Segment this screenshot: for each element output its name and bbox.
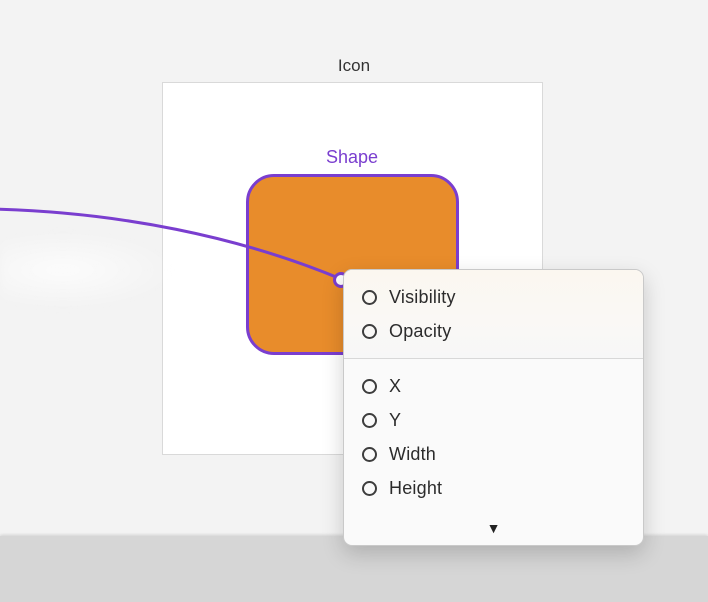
property-label: Visibility [389,287,456,308]
property-row-width[interactable]: Width [358,437,629,471]
popover-section-appearance: Visibility Opacity [344,270,643,358]
chevron-down-icon: ▼ [487,521,501,535]
radio-unselected-icon [362,324,377,339]
shape-label: Shape [237,147,467,168]
radio-unselected-icon [362,447,377,462]
property-row-x[interactable]: X [358,369,629,403]
popover-more-indicator[interactable]: ▼ [344,515,643,545]
property-row-height[interactable]: Height [358,471,629,505]
property-row-opacity[interactable]: Opacity [358,314,629,348]
radio-unselected-icon [362,481,377,496]
artboard-title: Icon [0,56,708,76]
property-binding-popover: Visibility Opacity X Y Width Height ▼ [343,269,644,546]
property-label: Y [389,410,401,431]
property-row-y[interactable]: Y [358,403,629,437]
radio-unselected-icon [362,290,377,305]
radio-unselected-icon [362,413,377,428]
property-label: Height [389,478,442,499]
property-label: Width [389,444,436,465]
property-label: Opacity [389,321,451,342]
property-label: X [389,376,401,397]
popover-section-geometry: X Y Width Height [344,359,643,515]
property-row-visibility[interactable]: Visibility [358,280,629,314]
radio-unselected-icon [362,379,377,394]
